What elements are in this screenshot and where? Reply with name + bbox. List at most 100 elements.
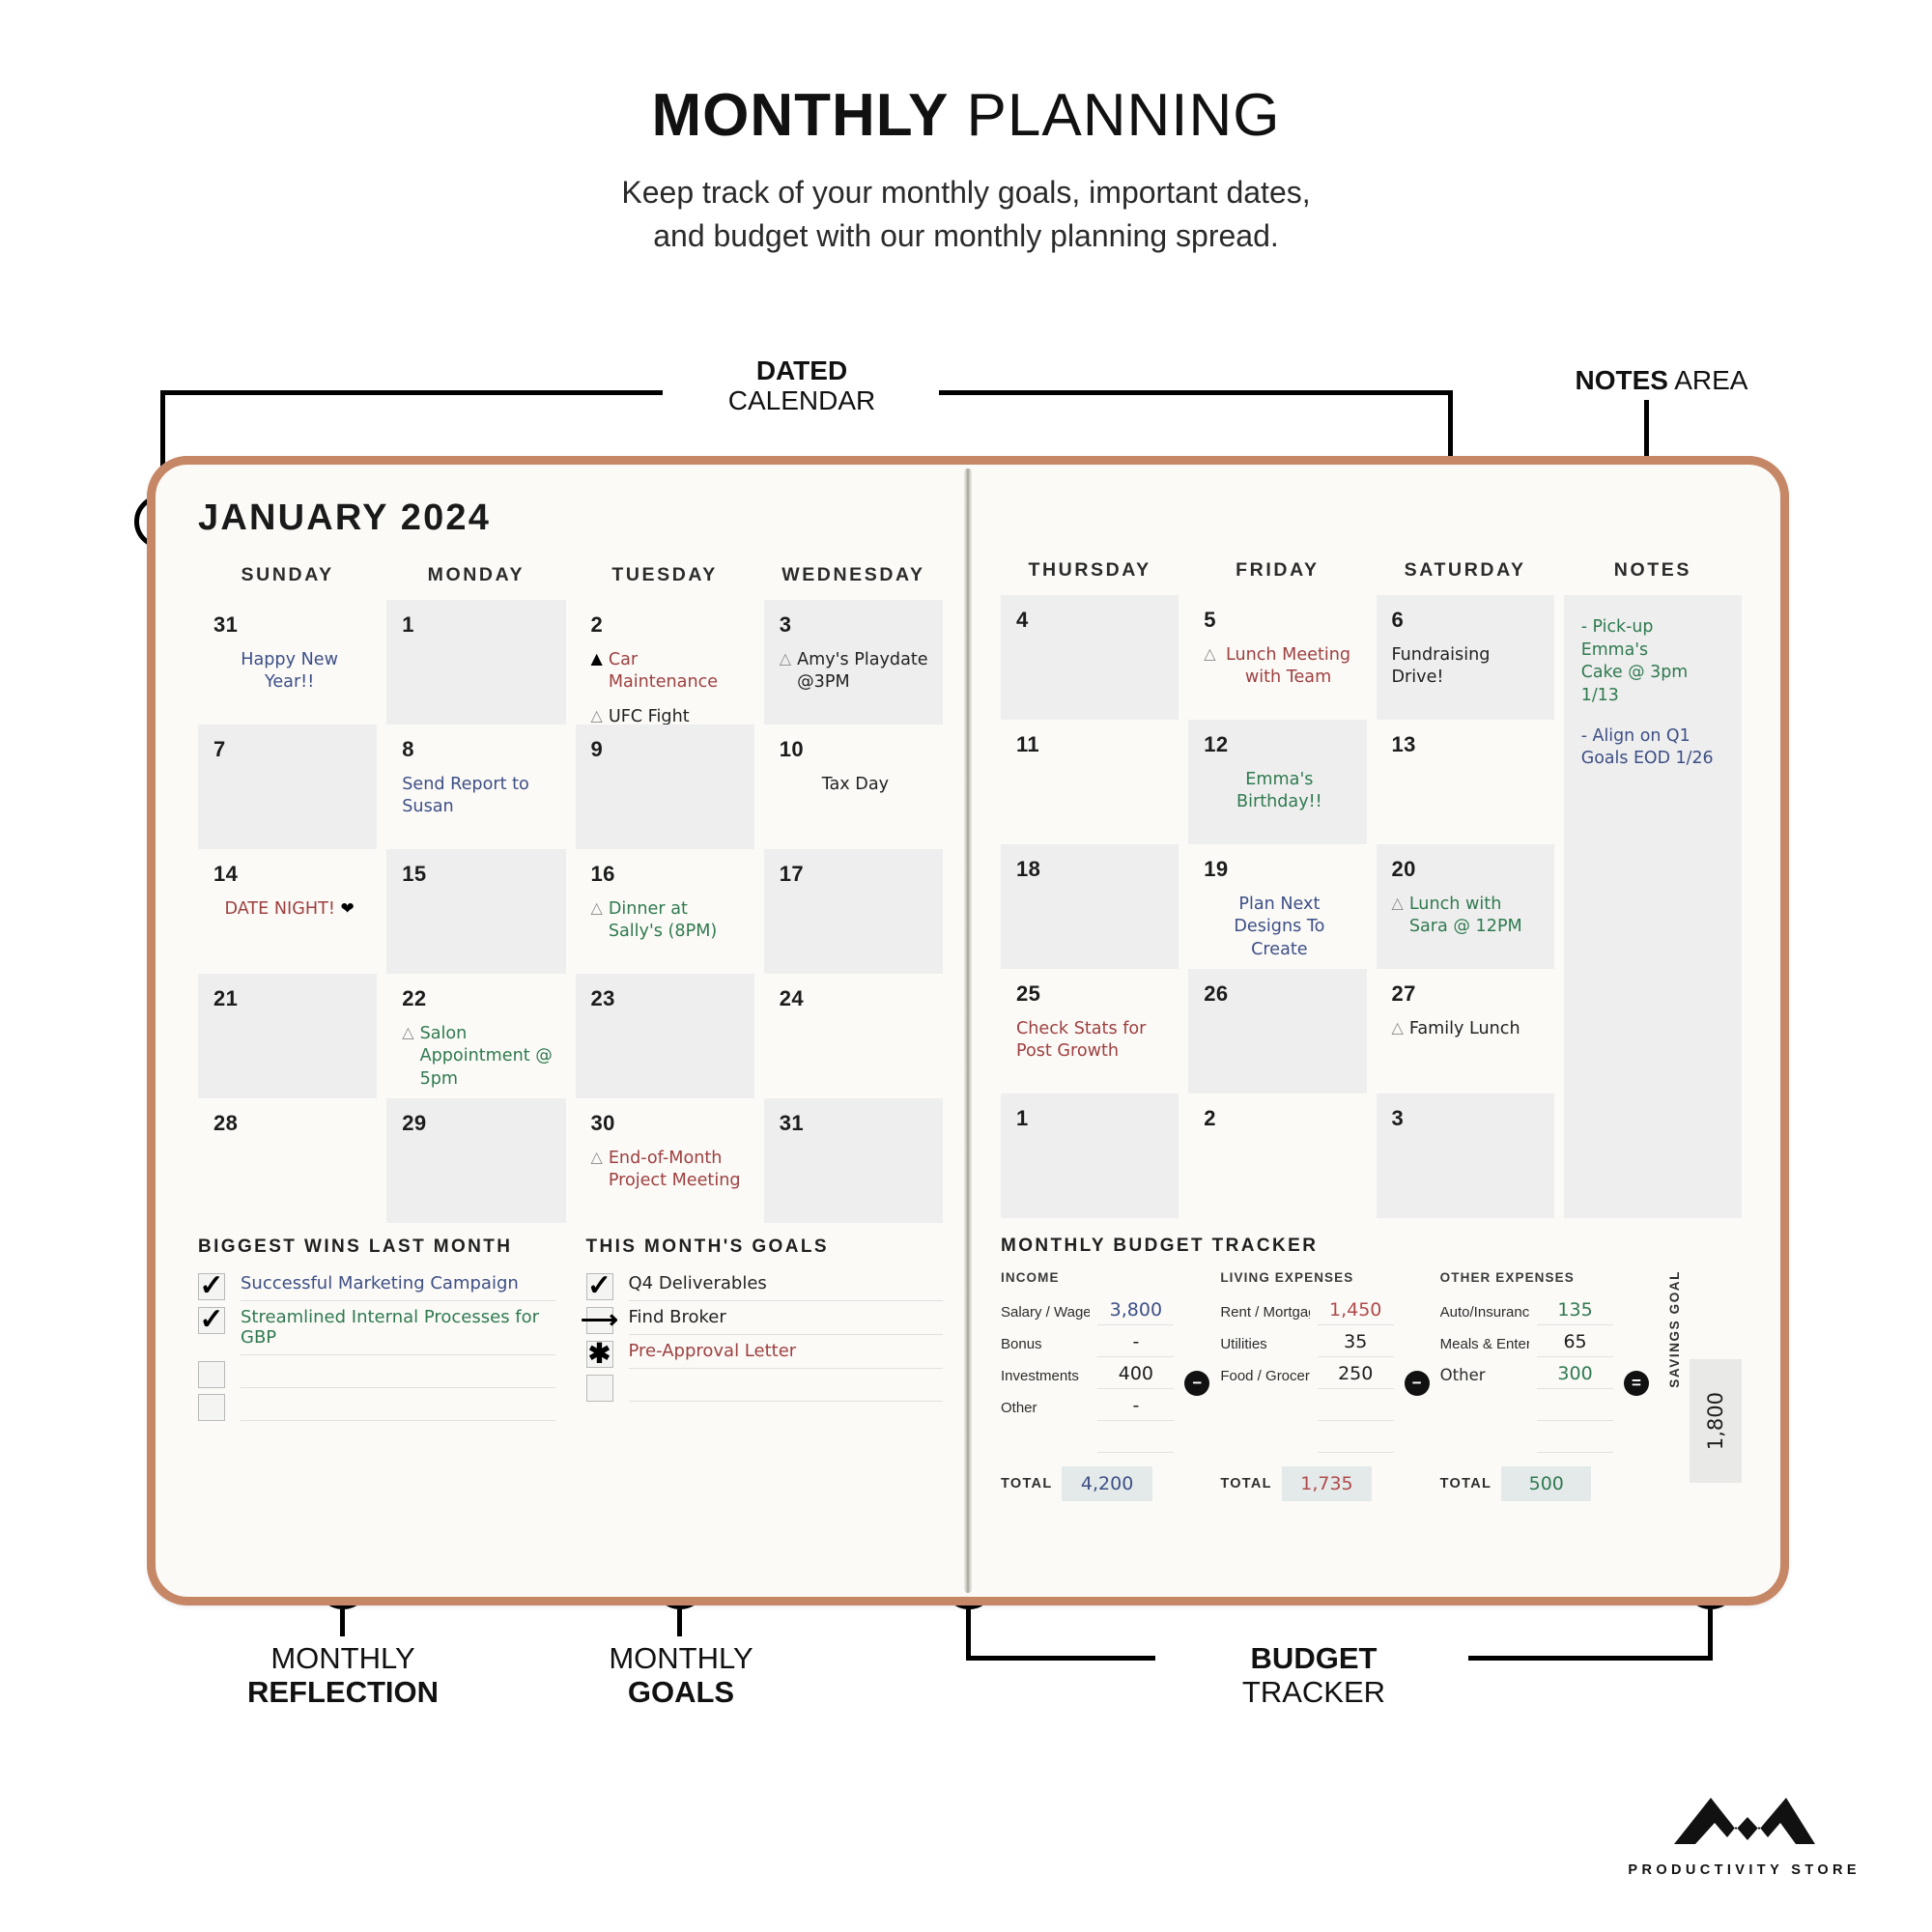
calendar-day-cell[interactable]: 1	[386, 600, 566, 724]
checkbox[interactable]: ✓	[198, 1305, 225, 1334]
calendar-day-cell[interactable]: 21	[198, 974, 378, 1098]
budget-row-value[interactable]	[1317, 1448, 1394, 1453]
calendar-day-cell[interactable]: 23	[575, 974, 754, 1098]
calendar-day-cell[interactable]: 30 △ End-of-Month Project Meeting	[576, 1098, 754, 1223]
calendar-day-cell[interactable]: 18	[1001, 844, 1179, 969]
budget-row[interactable]: Bonus -	[1001, 1325, 1175, 1357]
checklist-line[interactable]: Find Broker	[628, 1307, 943, 1335]
checkbox[interactable]	[198, 1361, 225, 1388]
calendar-day-cell[interactable]: 19 Plan Next Designs To Create	[1188, 844, 1366, 969]
budget-row-value[interactable]: -	[1097, 1331, 1175, 1357]
checklist-line[interactable]	[628, 1375, 943, 1402]
calendar-event[interactable]: Emma's Birthday!!	[1204, 769, 1354, 814]
calendar-day-cell[interactable]: 15	[386, 849, 566, 974]
calendar-event[interactable]: Send Report to Susan	[402, 774, 554, 819]
calendar-day-cell[interactable]: 9	[575, 724, 754, 849]
checklist-line[interactable]	[241, 1361, 555, 1388]
calendar-day-cell[interactable]: 22 △ Salon Appointment @ 5pm	[386, 974, 565, 1098]
checklist-row[interactable]: ✱ Pre-Approval Letter	[585, 1340, 943, 1369]
checklist-row[interactable]: ✓ Q4 Deliverables	[585, 1271, 943, 1301]
checklist-line[interactable]: Streamlined Internal Processes for GBP	[241, 1307, 555, 1355]
calendar-day-cell[interactable]: 31	[763, 1098, 943, 1223]
budget-row[interactable]: Meals & Entertainment 65	[1440, 1325, 1613, 1357]
calendar-day-cell[interactable]: 5 △ Lunch Meeting with Team	[1188, 595, 1366, 720]
budget-row-value[interactable]	[1097, 1448, 1175, 1453]
budget-row[interactable]: Other 300	[1440, 1357, 1613, 1389]
calendar-day-cell[interactable]: 29	[386, 1098, 566, 1223]
checklist-row[interactable]	[198, 1361, 555, 1388]
budget-row-value[interactable]: 250	[1317, 1363, 1394, 1389]
calendar-event[interactable]: △ End-of-Month Project Meeting	[591, 1148, 743, 1193]
budget-row[interactable]	[1220, 1389, 1394, 1421]
budget-row[interactable]: Utilities 35	[1220, 1325, 1394, 1357]
calendar-event[interactable]: △ Family Lunch	[1392, 1018, 1543, 1040]
calendar-day-cell[interactable]: 12 Emma's Birthday!!	[1188, 720, 1367, 844]
budget-row-value[interactable]	[1537, 1448, 1613, 1453]
calendar-day-cell[interactable]: 31 Happy New Year!!	[198, 600, 377, 724]
budget-row-value[interactable]: 3,800	[1097, 1299, 1175, 1325]
budget-row-value[interactable]: 300	[1537, 1363, 1613, 1389]
calendar-event[interactable]: △ UFC Fight @6PM	[591, 706, 743, 724]
budget-row-value[interactable]: 135	[1537, 1299, 1613, 1325]
checklist-line[interactable]	[241, 1394, 555, 1421]
calendar-event[interactable]: DATE NIGHT! ❤	[213, 898, 365, 921]
calendar-day-cell[interactable]: 7	[198, 724, 378, 849]
budget-row[interactable]: Investments 400	[1001, 1357, 1175, 1389]
calendar-day-cell[interactable]: 2	[1188, 1094, 1366, 1218]
savings-goal-box[interactable]: 1,800	[1689, 1359, 1742, 1483]
checklist-line[interactable]: Q4 Deliverables	[628, 1273, 943, 1301]
calendar-day-cell[interactable]: 26	[1188, 969, 1367, 1094]
calendar-event[interactable]: △ Amy's Playdate @3PM	[780, 649, 931, 695]
budget-row-value[interactable]: 35	[1317, 1331, 1394, 1357]
calendar-event[interactable]: △ Salon Appointment @ 5pm	[402, 1023, 554, 1091]
budget-row-value[interactable]	[1317, 1416, 1394, 1421]
checkbox[interactable]: ✓	[585, 1271, 613, 1300]
calendar-day-cell[interactable]: 24	[764, 974, 943, 1098]
budget-row[interactable]: Auto/Insurance/Gas 135	[1440, 1293, 1613, 1325]
calendar-event[interactable]: Tax Day	[780, 774, 931, 796]
calendar-day-cell[interactable]: 14 DATE NIGHT! ❤	[198, 849, 377, 974]
checklist-line[interactable]: Successful Marketing Campaign	[241, 1273, 555, 1301]
checkbox[interactable]: ✱	[585, 1340, 613, 1368]
budget-row[interactable]	[1440, 1389, 1613, 1421]
checklist-row[interactable]	[198, 1394, 555, 1421]
checkbox[interactable]: ✓	[198, 1271, 225, 1300]
budget-row[interactable]	[1001, 1421, 1175, 1453]
budget-row-value[interactable]: -	[1097, 1395, 1175, 1421]
checklist-line[interactable]: Pre-Approval Letter	[628, 1341, 943, 1369]
calendar-day-cell[interactable]: 2 ▲ Car Maintenance △ UFC Fight @6PM	[576, 600, 754, 724]
budget-row[interactable]: Salary / Wages 3,800	[1001, 1293, 1175, 1325]
budget-row[interactable]	[1440, 1421, 1613, 1453]
calendar-day-cell[interactable]: 16 △ Dinner at Sally's (8PM)	[576, 849, 754, 974]
calendar-event[interactable]: Plan Next Designs To Create	[1204, 894, 1354, 961]
calendar-day-cell[interactable]: 25 Check Stats for Post Growth	[1001, 969, 1179, 1094]
calendar-day-cell[interactable]: 27 △ Family Lunch	[1377, 969, 1554, 1094]
checklist-row[interactable]: ✓ Successful Marketing Campaign	[198, 1271, 555, 1301]
budget-row[interactable]	[1220, 1421, 1394, 1453]
calendar-day-cell[interactable]: 6 Fundraising Drive!	[1376, 595, 1554, 720]
calendar-day-cell[interactable]: 8 Send Report to Susan	[386, 724, 565, 849]
budget-row[interactable]: Food / Groceries 250	[1220, 1357, 1394, 1389]
notes-column[interactable]: - Pick-up Emma's Cake @ 3pm 1/13 - Align…	[1563, 595, 1742, 1218]
checkbox[interactable]	[585, 1375, 613, 1402]
budget-row-value[interactable]: 400	[1097, 1363, 1175, 1389]
calendar-day-cell[interactable]: 1	[1001, 1094, 1179, 1218]
calendar-day-cell[interactable]: 11	[1001, 720, 1179, 844]
calendar-event[interactable]: ▲ Car Maintenance	[591, 649, 743, 695]
calendar-event[interactable]: Check Stats for Post Growth	[1016, 1018, 1167, 1064]
budget-row-value[interactable]	[1537, 1416, 1613, 1421]
checklist-row[interactable]	[585, 1375, 943, 1402]
calendar-day-cell[interactable]: 13	[1377, 720, 1554, 844]
budget-row-value[interactable]: 65	[1537, 1331, 1613, 1357]
calendar-day-cell[interactable]: 10 Tax Day	[764, 724, 943, 849]
calendar-day-cell[interactable]: 20 △ Lunch with Sara @ 12PM	[1376, 844, 1554, 969]
calendar-event[interactable]: △ Lunch Meeting with Team	[1204, 644, 1354, 690]
calendar-event[interactable]: △ Lunch with Sara @ 12PM	[1392, 894, 1543, 939]
calendar-day-cell[interactable]: 17	[763, 849, 943, 974]
checklist-row[interactable]: ✓ Streamlined Internal Processes for GBP	[198, 1305, 555, 1355]
checkbox[interactable]	[198, 1394, 225, 1421]
calendar-day-cell[interactable]: 3 △ Amy's Playdate @3PM	[763, 600, 943, 724]
calendar-day-cell[interactable]: 3	[1376, 1094, 1554, 1218]
budget-row-value[interactable]: 1,450	[1317, 1299, 1394, 1325]
budget-row[interactable]: Rent / Mortgage 1,450	[1220, 1293, 1394, 1325]
